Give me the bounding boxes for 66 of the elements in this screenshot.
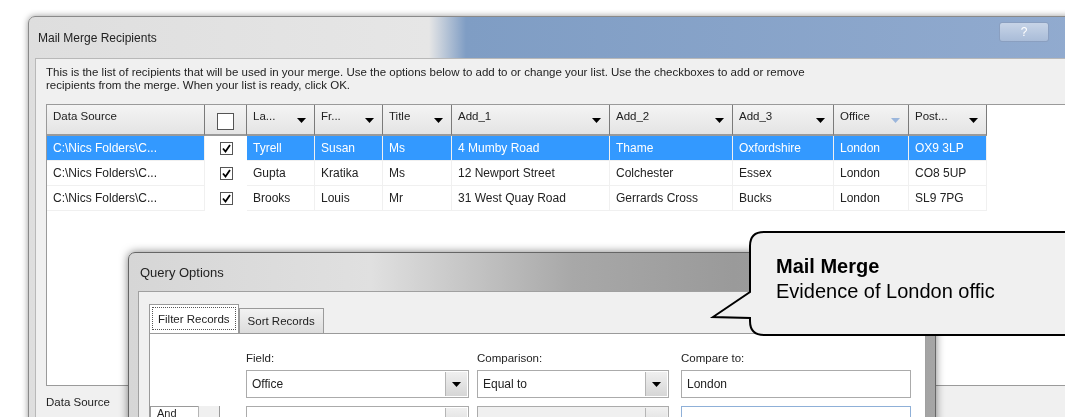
tab[interactable]: Sort Records [238, 308, 324, 333]
column-label: Add_1 [458, 110, 492, 122]
column-header[interactable]: Add_3 [733, 105, 834, 136]
column-label: La... [253, 110, 276, 122]
table-cell: Susan [315, 136, 383, 161]
checkbox[interactable] [219, 192, 233, 205]
table-cell: Gupta [247, 161, 315, 186]
field-label: Field: [246, 352, 276, 364]
column-header[interactable]: Data Source [47, 105, 205, 136]
table-cell: C:\Nics Folders\C... [47, 136, 205, 161]
dropdown-arrow-icon [452, 381, 461, 387]
column-label: Fr... [321, 110, 341, 122]
checkbox[interactable] [219, 167, 233, 180]
dropdown-arrow-icon [652, 381, 661, 387]
table-cell: Tyrell [247, 136, 315, 161]
table-cell: Essex [733, 161, 834, 186]
instruction-text: recipients from the merge. When your list is ready, click OK. [46, 79, 351, 92]
dropdown-field[interactable]: Office [246, 370, 469, 398]
table-cell: 4 Mumby Road [452, 136, 610, 161]
dropdown-field[interactable]: Equal to [477, 370, 669, 398]
checkbox[interactable] [217, 113, 234, 130]
table-cell: Thame [610, 136, 733, 161]
table-cell: Louis [315, 186, 383, 211]
table-cell: CO8 5UP [909, 161, 987, 186]
table-cell: Ms [383, 136, 452, 161]
column-label: Add_2 [616, 110, 650, 122]
table-cell: Kratika [315, 161, 383, 186]
section-label: Data Source [46, 396, 110, 408]
callout-text: Evidence of London offic [776, 279, 995, 304]
table-row[interactable]: C:\Nics Folders\C... Brooks Louis Mr 31 West Quay Road Gerrards Cross Bucks London SL9 7PG [47, 186, 1065, 211]
compare-to-label: Compare to: [681, 352, 746, 364]
window-title: Query Options [140, 264, 224, 280]
column-header[interactable]: Add_2 [610, 105, 733, 136]
column-header[interactable]: Add_1 [452, 105, 610, 136]
table-cell: London [834, 136, 909, 161]
table-cell: OX9 3LP [909, 136, 987, 161]
table-cell: Brooks [247, 186, 315, 211]
column-header[interactable]: Fr... [315, 105, 383, 136]
instruction-text: This is the list of recipients that will be used in your merge. Use the options below to add to or change your list. Use the checkboxes to add or remove [46, 66, 806, 79]
column-header[interactable]: Title [383, 105, 452, 136]
table-cell: Mr [383, 186, 452, 211]
column-label: Title [389, 110, 411, 122]
table-cell: SL9 7PG [909, 186, 987, 211]
conjunction-dropdown[interactable]: And [150, 406, 220, 417]
column-header[interactable]: Post... [909, 105, 987, 136]
table-cell: London [834, 186, 909, 211]
tab[interactable]: Filter Records [149, 304, 239, 333]
table-cell: 12 Newport Street [452, 161, 610, 186]
table-cell: Ms [383, 161, 452, 186]
table-row[interactable]: C:\Nics Folders\C... Gupta Kratika Ms 12 Newport Street Colchester Essex London CO8 5UP [47, 161, 1065, 186]
window-title: Mail Merge Recipients [38, 30, 157, 45]
column-header[interactable]: Office [834, 105, 909, 136]
value-field[interactable]: London [681, 370, 911, 398]
column-label: Office [840, 110, 870, 122]
table-cell: London [834, 161, 909, 186]
table-cell: 31 West Quay Road [452, 186, 610, 211]
table-cell: Oxfordshire [733, 136, 834, 161]
callout-title: Mail Merge [776, 254, 881, 279]
table-cell: Bucks [733, 186, 834, 211]
column-label: Post... [915, 110, 948, 122]
checkbox[interactable] [219, 142, 233, 155]
column-label: Add_3 [739, 110, 773, 122]
comparison-label: Comparison: [477, 352, 544, 364]
table-cell: Gerrards Cross [610, 186, 733, 211]
column-header[interactable]: La... [247, 105, 315, 136]
table-cell: Colchester [610, 161, 733, 186]
